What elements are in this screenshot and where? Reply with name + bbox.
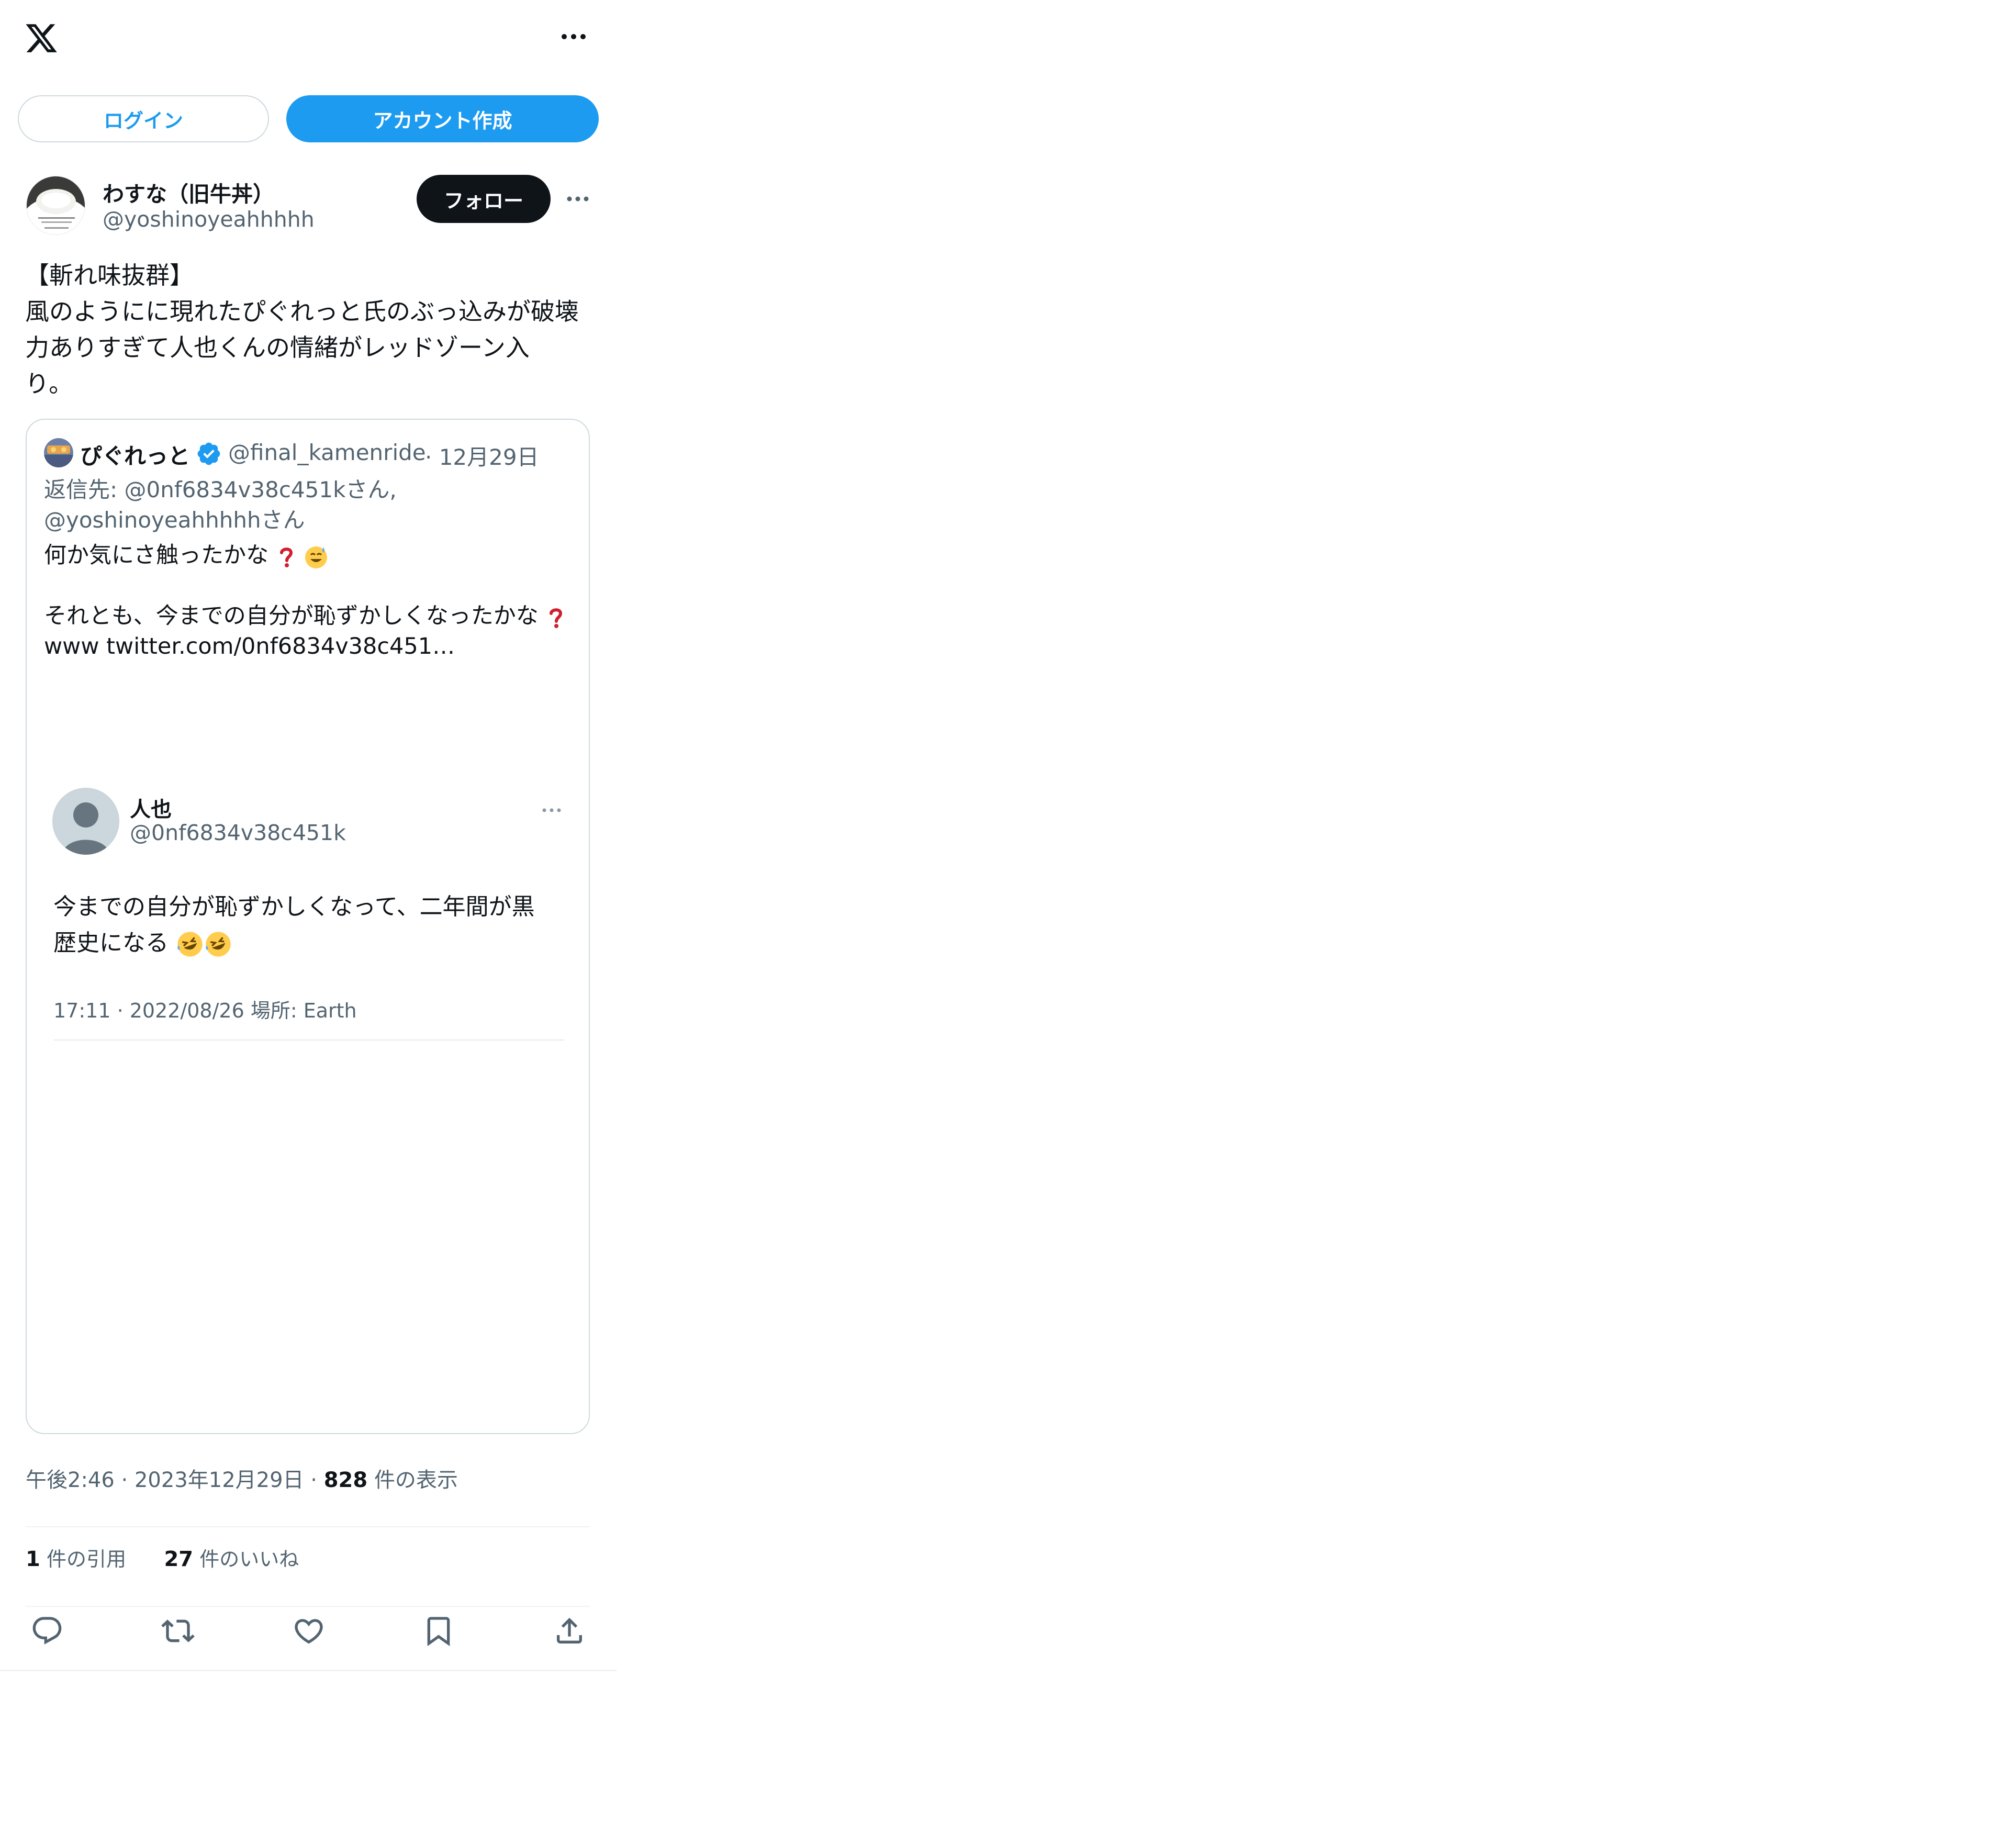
retweet-icon[interactable] [161,1614,195,1648]
likes-label: 件のいいね [199,1548,299,1571]
grinning-sweat-emoji-icon [305,546,328,568]
embedded-tweet-text: 今までの自分が恥ずかしくなって、二年間が黒 歴史になる [53,889,577,961]
create-account-button[interactable]: アカウント作成 [286,95,599,142]
quote-text-line: 何か気にさ触ったかな [44,540,578,571]
author-avatar[interactable] [26,176,85,235]
embedded-author-name: 人也 [130,798,172,822]
reply-context-line: 返信先: @0nf6834v38c451kさん, [44,477,397,502]
reply-context-line: @yoshinoyeahhhhhさん [44,507,305,533]
embedded-text-line: 今までの自分が恥ずかしくなって、二年間が黒 [53,893,535,920]
quote-author-name: ぴぐれっと [80,443,191,469]
login-button[interactable]: ログイン [18,95,269,142]
likes-link[interactable]: 27 件のいいね [164,1547,299,1571]
tweet-text: 【斬れ味抜群】 風のようにに現れたぴぐれっと氏のぶっ込みが破壊 力ありすぎて人也… [25,261,579,398]
default-avatar-icon [52,788,119,855]
author-avatar-image [27,176,85,234]
more-horizontal-icon[interactable] [559,29,588,44]
quotes-count: 1 [26,1547,40,1571]
quote-avatar-image [44,438,73,467]
engagement-counts: 1 件の引用 27 件のいいね [26,1543,299,1572]
embedded-tweet-meta: 17:11 · 2022/08/26 場所: Earth [53,999,357,1022]
embedded-author-avatar [52,788,119,855]
views-label: 件の表示 [374,1468,458,1492]
share-icon[interactable] [553,1614,586,1648]
follow-button[interactable]: フォロー [417,175,551,223]
bookmark-icon[interactable] [422,1614,455,1648]
reply-context: 返信先: @0nf6834v38c451kさん, @yoshinoyeahhhh… [44,475,578,535]
embedded-author-handle: @0nf6834v38c451k [130,820,346,845]
reply-icon[interactable] [30,1614,64,1648]
red-question-mark-icon [279,547,293,567]
author-handle[interactable]: @yoshinoyeahhhhh [103,207,315,232]
quote-text-segment: それとも、今までの自分が恥ずかしくなったかな [44,603,539,629]
embedded-divider [53,1039,564,1041]
red-question-mark-icon [550,608,563,628]
quote-author-avatar [44,438,73,467]
rolling-laughing-emoji-icon [177,932,203,957]
quote-text-segment: 何か気にさ触ったかな [44,542,269,568]
views-count: 828 [323,1468,368,1492]
quote-author-handle: @final_kamenride [228,440,426,465]
quotes-label: 件の引用 [46,1548,126,1571]
author-name[interactable]: わすな（旧牛丼） [103,176,274,208]
more-horizontal-icon[interactable] [565,192,590,206]
quote-text-line: それとも、今までの自分が恥ずかしくなったかな [44,601,578,631]
divider [26,1526,590,1527]
rolling-laughing-emoji-icon [206,932,231,957]
more-horizontal-icon [542,808,561,812]
tweet-timestamp[interactable]: 午後2:46 · 2023年12月29日 · [26,1468,317,1492]
embedded-text-segment: 歴史になる [53,930,169,956]
like-icon[interactable] [292,1614,326,1648]
quotes-link[interactable]: 1 件の引用 [26,1547,126,1571]
divider [26,1606,590,1607]
tweet-meta: 午後2:46 · 2023年12月29日 · 828 件の表示 [26,1463,458,1493]
x-logo-icon[interactable] [24,21,59,55]
verified-badge-icon [197,442,220,465]
quote-link-line[interactable]: www twitter.com/0nf6834v38c451… [44,631,578,662]
divider [0,1670,617,1671]
likes-count: 27 [164,1547,194,1571]
quote-text: 何か気にさ触ったかな それとも、今までの自分が恥ずかしくなったかな www tw… [44,540,578,662]
embedded-text-line: 歴史になる [53,925,577,961]
quote-date: · 12月29日 [425,444,539,470]
